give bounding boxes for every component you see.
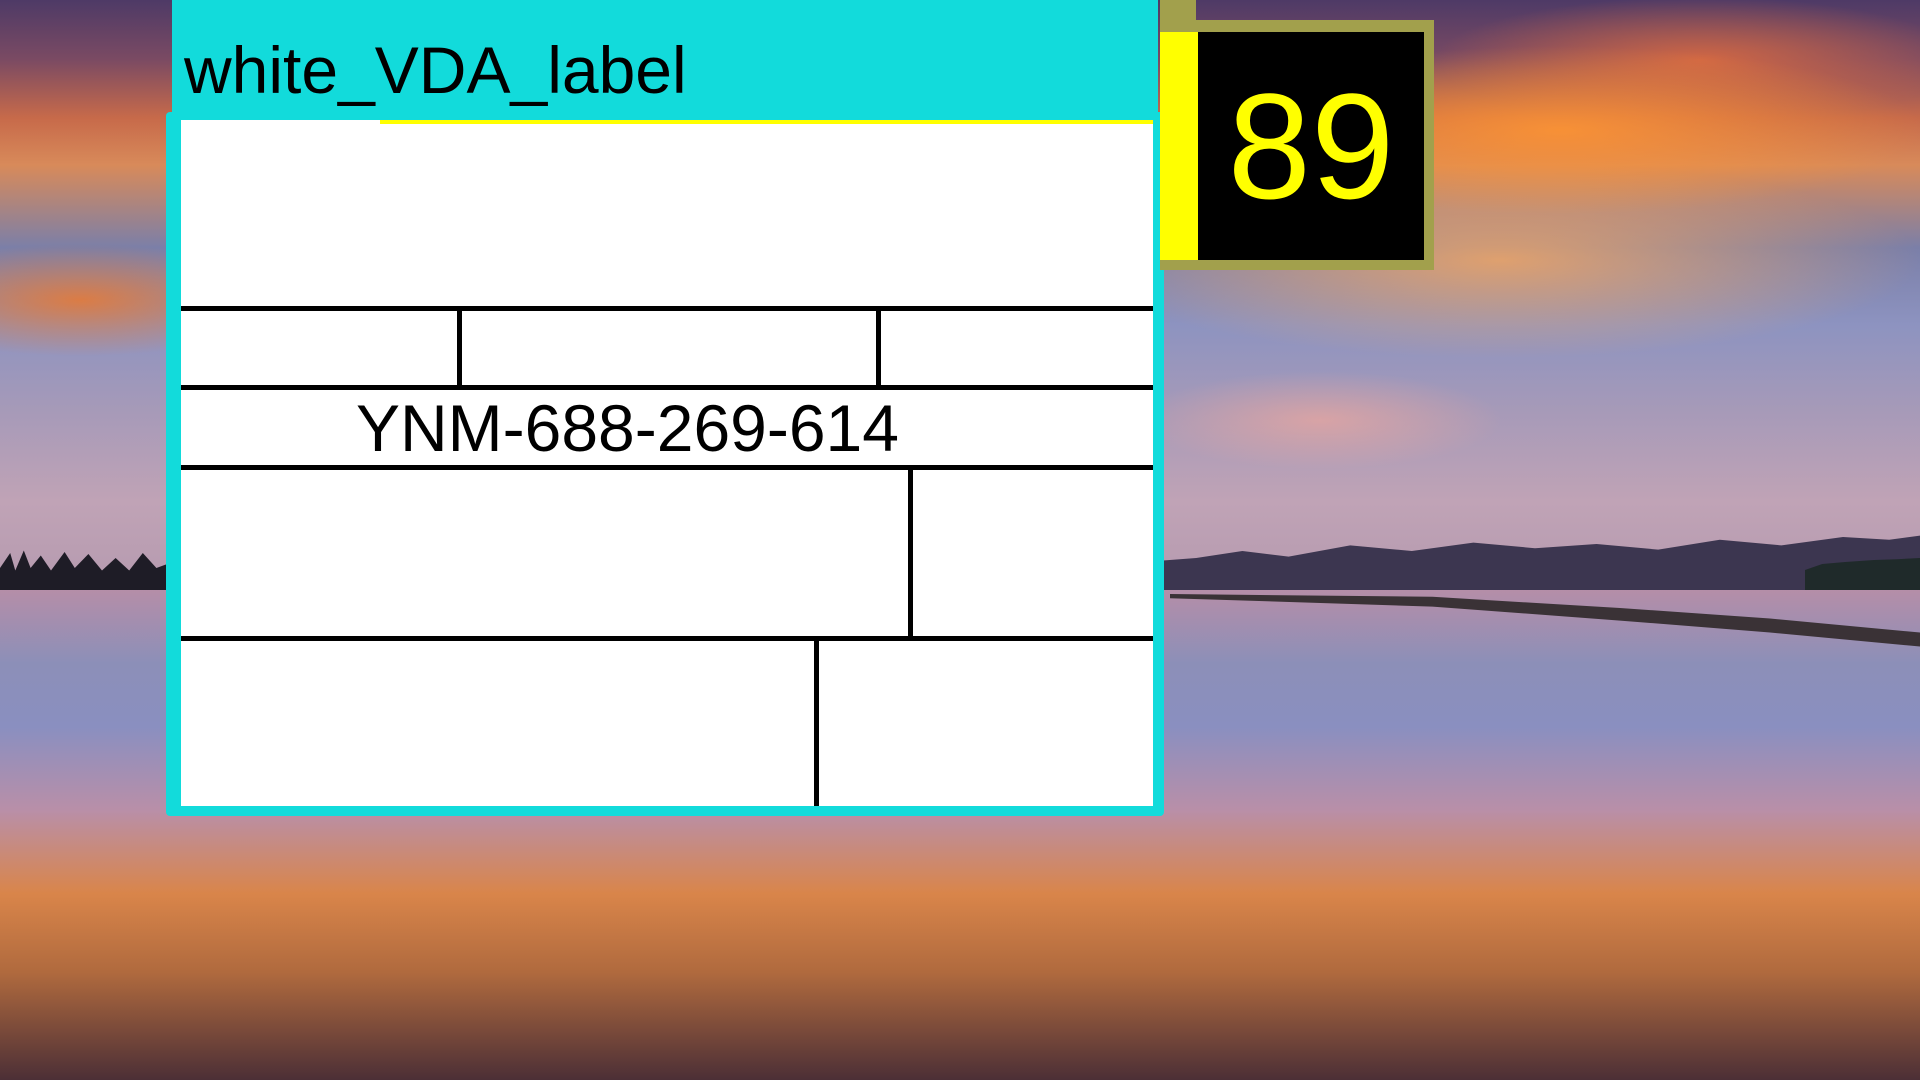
label-window-title: white_VDA_label (184, 33, 687, 107)
yellow-highlight-strip (380, 120, 1153, 124)
label-divider (181, 465, 1153, 470)
label-divider (908, 465, 913, 639)
label-serial-number: YNM-688-269-614 (356, 391, 899, 465)
counter-display: 89 (1198, 32, 1424, 260)
label-divider (457, 306, 462, 389)
counter-accent-bar (1160, 32, 1198, 260)
counter-frame-tab (1160, 0, 1196, 22)
label-divider (876, 306, 881, 389)
counter-value: 89 (1227, 62, 1395, 230)
label-divider (181, 385, 1153, 390)
label-divider (181, 636, 1153, 641)
label-divider (181, 306, 1153, 311)
label-divider (814, 636, 819, 806)
